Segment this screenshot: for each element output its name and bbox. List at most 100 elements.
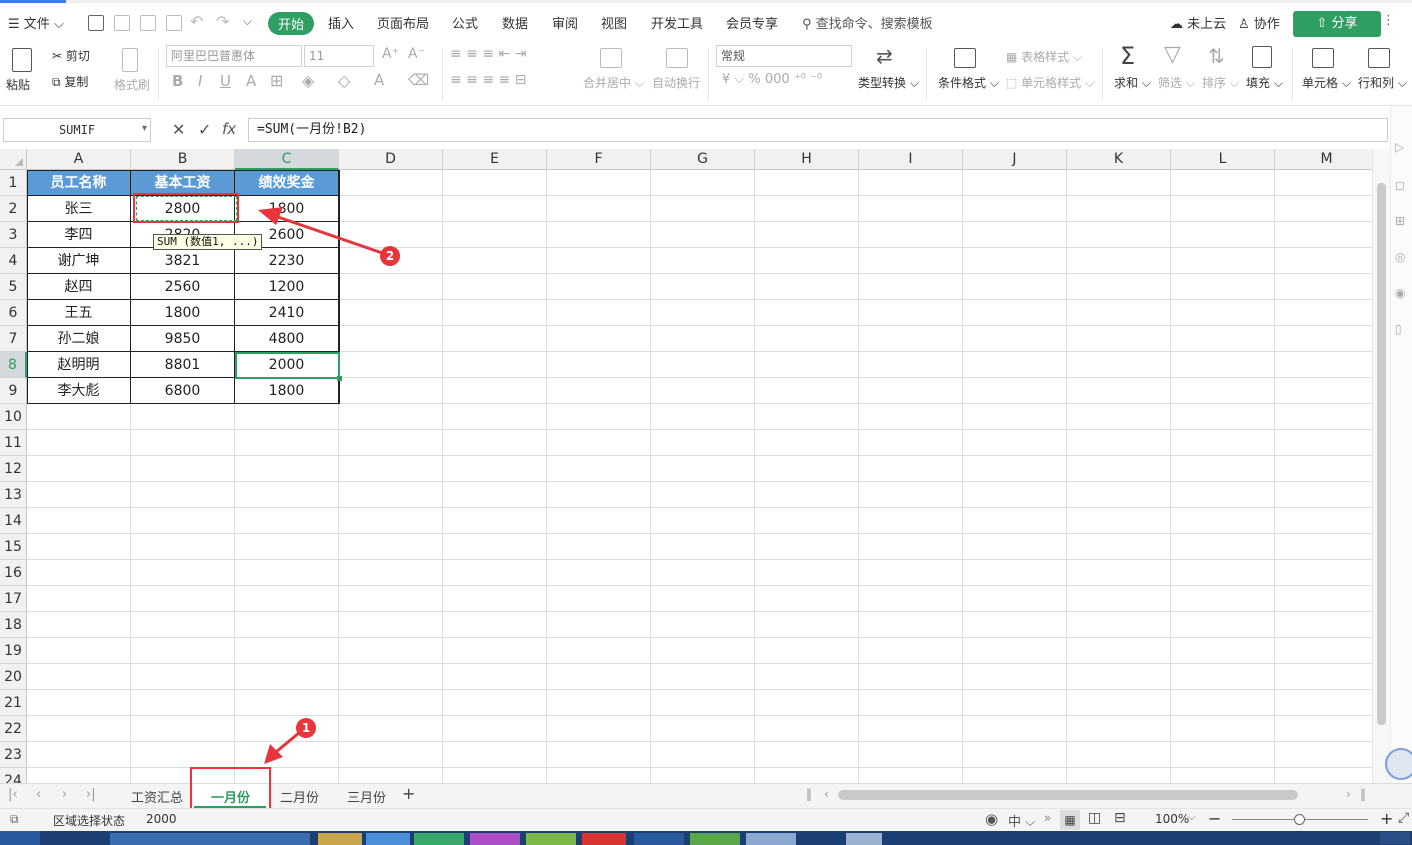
row-header-14[interactable]: 14: [0, 508, 27, 534]
format-painter-button[interactable]: 格式刷: [114, 76, 150, 93]
column-header-k[interactable]: K: [1067, 149, 1171, 170]
taskbar-app-icon[interactable]: [414, 833, 464, 845]
fullscreen-icon[interactable]: ⤢: [1398, 810, 1409, 826]
scroll-left-icon[interactable]: ‹: [824, 787, 829, 801]
column-header-e[interactable]: E: [443, 149, 547, 170]
underline-icon[interactable]: U: [220, 72, 231, 90]
row-header-22[interactable]: 22: [0, 716, 27, 742]
zoom-dropdown-icon[interactable]: ⌵: [1188, 812, 1196, 823]
start-button[interactable]: [0, 831, 40, 845]
table-data-cell[interactable]: 张三: [27, 196, 131, 222]
table-data-cell[interactable]: 1800: [235, 196, 339, 222]
row-header-13[interactable]: 13: [0, 482, 27, 508]
vertical-scrollbar[interactable]: [1372, 149, 1390, 783]
table-data-cell[interactable]: 8801: [131, 352, 235, 378]
name-box[interactable]: SUMIF: [3, 118, 151, 142]
table-data-cell[interactable]: 2230: [235, 248, 339, 274]
zoom-slider-handle[interactable]: [1294, 814, 1305, 825]
table-data-cell[interactable]: 4800: [235, 326, 339, 352]
redo-icon[interactable]: ↷: [216, 12, 229, 31]
conditional-format-icon[interactable]: [954, 48, 976, 68]
paste-icon[interactable]: [12, 48, 32, 72]
zoom-level[interactable]: 100%: [1155, 812, 1189, 826]
copy-button[interactable]: ⧉ 复制: [52, 73, 88, 90]
property-icon[interactable]: ⊞: [1395, 214, 1405, 228]
row-header-10[interactable]: 10: [0, 404, 27, 430]
scroll-right-icon[interactable]: ›: [1346, 787, 1351, 801]
strikethrough-icon[interactable]: A: [246, 72, 256, 90]
column-header-j[interactable]: J: [963, 149, 1067, 170]
column-header-c[interactable]: C: [235, 149, 339, 170]
column-header-b[interactable]: B: [131, 149, 235, 170]
row-header-7[interactable]: 7: [0, 326, 27, 352]
merge-center-icon[interactable]: [600, 48, 622, 68]
row-header-21[interactable]: 21: [0, 690, 27, 716]
page-layout-view-icon[interactable]: ◫: [1088, 810, 1101, 826]
table-data-cell[interactable]: 1800: [131, 300, 235, 326]
cell-style-button[interactable]: ⬚ 单元格样式 ⌵: [1006, 74, 1094, 91]
table-style-button[interactable]: ▦ 表格样式 ⌵: [1006, 48, 1082, 65]
macro-icon[interactable]: ⧉: [10, 812, 19, 827]
row-header-3[interactable]: 3: [0, 222, 27, 248]
tab-data[interactable]: 数据: [502, 13, 528, 32]
zoom-out-icon[interactable]: −: [1208, 809, 1221, 828]
taskbar-app-icon[interactable]: [582, 833, 626, 845]
table-data-cell[interactable]: 1800: [235, 378, 339, 404]
row-header-12[interactable]: 12: [0, 456, 27, 482]
number-format-select[interactable]: 常规: [716, 45, 852, 67]
next-sheet-icon[interactable]: ›: [62, 787, 67, 802]
fill-handle[interactable]: [337, 376, 342, 381]
column-header-m[interactable]: M: [1275, 149, 1372, 170]
location-icon[interactable]: ◉: [1395, 286, 1405, 300]
row-header-5[interactable]: 5: [0, 274, 27, 300]
table-data-cell[interactable]: 李四: [27, 222, 131, 248]
row-col-icon[interactable]: [1368, 48, 1390, 68]
table-data-cell[interactable]: 2560: [131, 274, 235, 300]
command-search[interactable]: ⚲ 查找命令、搜索模板: [802, 13, 933, 32]
row-header-17[interactable]: 17: [0, 586, 27, 612]
horizontal-scroll-thumb[interactable]: [838, 790, 1298, 800]
increase-font-icon[interactable]: A⁺: [382, 46, 399, 62]
sort-icon[interactable]: ⇅: [1208, 44, 1225, 68]
taskbar-app-icon[interactable]: [846, 833, 882, 845]
row-header-23[interactable]: 23: [0, 742, 27, 768]
table-data-cell[interactable]: 2800: [131, 196, 235, 222]
bold-icon[interactable]: B: [172, 72, 183, 90]
format-painter-icon[interactable]: [122, 48, 138, 72]
column-header-l[interactable]: L: [1171, 149, 1275, 170]
cancel-icon[interactable]: ✕: [172, 120, 185, 139]
taskbar-app-icon[interactable]: [470, 833, 520, 845]
row-header-1[interactable]: 1: [0, 170, 27, 196]
confirm-icon[interactable]: ✓: [198, 120, 211, 139]
cut-button[interactable]: ✂ 剪切: [52, 47, 90, 64]
convert-icon[interactable]: ⇄: [876, 44, 893, 68]
table-data-cell[interactable]: 2000: [235, 352, 339, 378]
fill-icon[interactable]: [1252, 46, 1272, 68]
table-data-cell[interactable]: 3821: [131, 248, 235, 274]
row-col-button[interactable]: 行和列 ⌵: [1358, 74, 1407, 91]
more-options-icon[interactable]: ⋮: [1382, 13, 1395, 28]
table-data-cell[interactable]: 1200: [235, 274, 339, 300]
row-header-8[interactable]: 8: [0, 352, 27, 378]
formula-input[interactable]: =SUM(一月份!B2): [248, 118, 1388, 142]
last-sheet-icon[interactable]: ›|: [86, 787, 96, 802]
print-icon[interactable]: [140, 15, 156, 31]
save-icon[interactable]: [88, 15, 104, 31]
font-color-icon[interactable]: A: [374, 71, 384, 89]
filter-button[interactable]: 筛选 ⌵: [1158, 74, 1195, 91]
row-header-24[interactable]: 24: [0, 768, 27, 783]
assistant-avatar[interactable]: [1385, 748, 1412, 780]
row-header-16[interactable]: 16: [0, 560, 27, 586]
align-top-icon[interactable]: ≡ ≡ ≡ ⇤ ⇥: [450, 46, 526, 62]
page-break-view-icon[interactable]: ⊟: [1114, 810, 1126, 826]
prev-sheet-icon[interactable]: ‹: [36, 787, 41, 802]
row-header-19[interactable]: 19: [0, 638, 27, 664]
column-header-d[interactable]: D: [339, 149, 443, 170]
column-header-a[interactable]: A: [27, 149, 131, 170]
row-header-6[interactable]: 6: [0, 300, 27, 326]
sort-button[interactable]: 排序 ⌵: [1202, 74, 1239, 91]
highlight-icon[interactable]: ◇: [338, 71, 350, 90]
table-header-cell[interactable]: 员工名称: [27, 170, 131, 196]
tab-insert[interactable]: 插入: [328, 13, 354, 32]
conditional-format-button[interactable]: 条件格式 ⌵: [938, 74, 999, 91]
